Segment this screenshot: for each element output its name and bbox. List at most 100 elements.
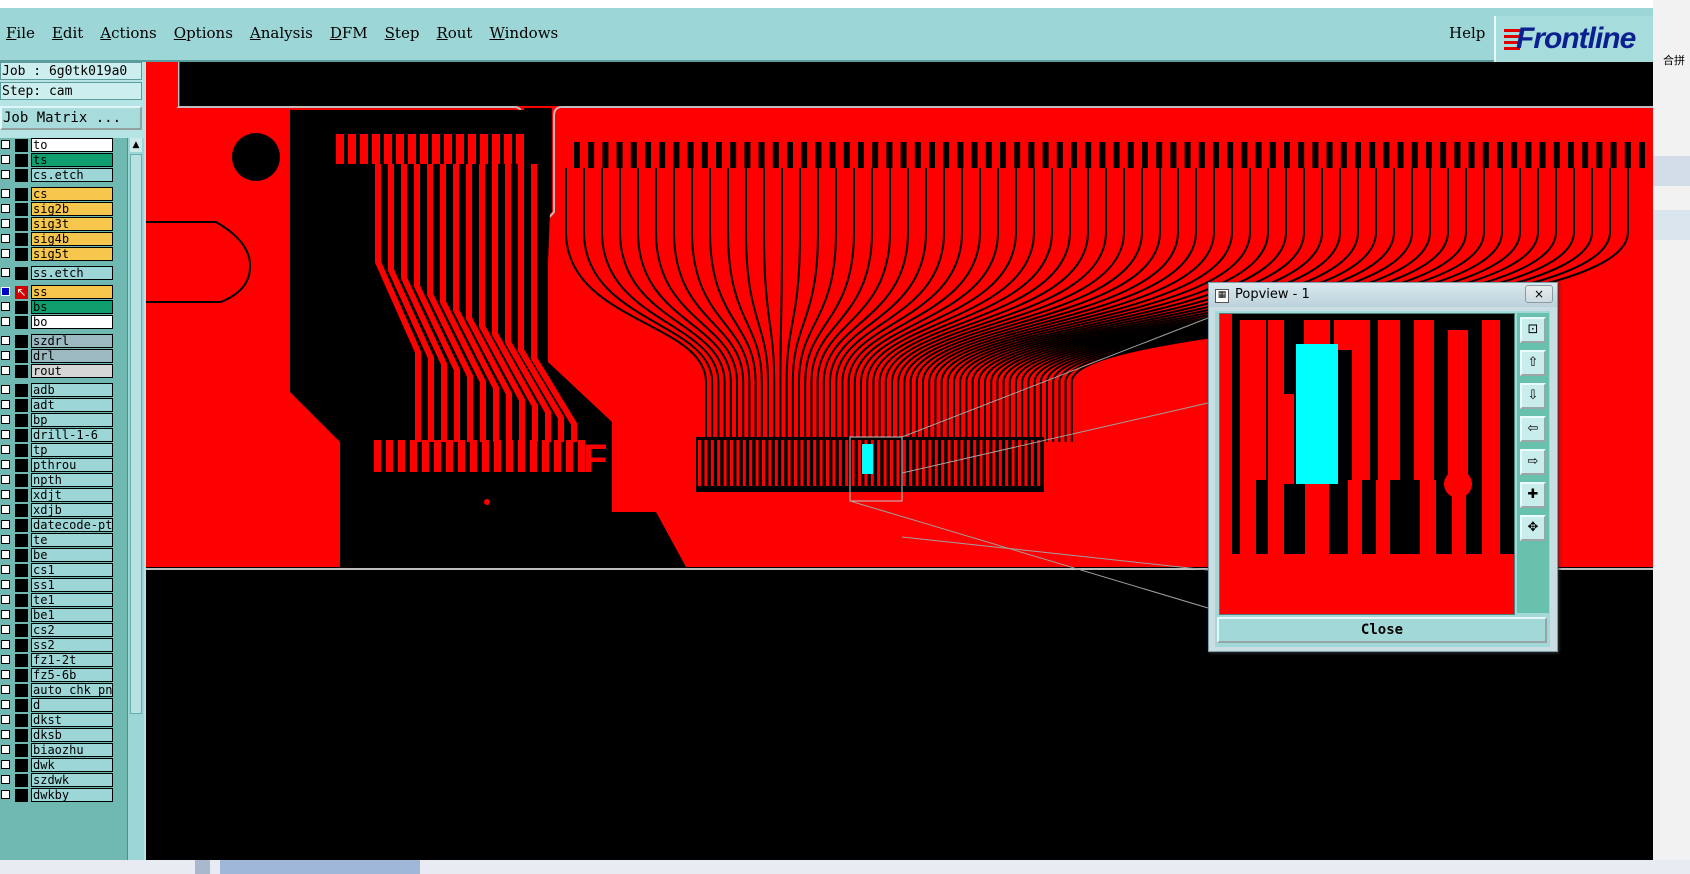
layer-row[interactable]: cs xyxy=(0,187,127,202)
scroll-up-icon[interactable]: ▲ xyxy=(130,138,142,152)
layer-name[interactable]: be xyxy=(31,548,113,562)
layer-row[interactable]: te1 xyxy=(0,593,127,608)
layer-name[interactable]: auto_chk_pnl xyxy=(31,683,113,697)
layer-checkbox[interactable] xyxy=(1,445,10,454)
layer-checkbox[interactable] xyxy=(1,268,10,277)
layer-name[interactable]: adb xyxy=(31,383,113,397)
layer-row[interactable]: npth xyxy=(0,473,127,488)
layer-marker[interactable] xyxy=(15,789,28,802)
layer-name[interactable]: rout xyxy=(31,364,113,378)
layer-name[interactable]: npth xyxy=(31,473,113,487)
layer-name[interactable]: xdjb xyxy=(31,503,113,517)
layer-checkbox[interactable] xyxy=(1,550,10,559)
layer-row[interactable]: bo xyxy=(0,315,127,330)
layer-marker[interactable] xyxy=(15,188,28,201)
zoom-out-icon[interactable]: ✥ xyxy=(1520,515,1546,541)
layer-name[interactable]: dwkby xyxy=(31,788,113,802)
layer-name[interactable]: sig3t xyxy=(31,217,113,231)
layer-checkbox[interactable] xyxy=(1,760,10,769)
layer-name[interactable]: fz5-6b xyxy=(31,668,113,682)
layer-row[interactable]: xdjb xyxy=(0,503,127,518)
layer-row[interactable]: biaozhu xyxy=(0,743,127,758)
layer-marker[interactable] xyxy=(15,399,28,412)
layer-marker[interactable] xyxy=(15,774,28,787)
layer-row[interactable]: ss2 xyxy=(0,638,127,653)
layer-marker[interactable] xyxy=(15,169,28,182)
layer-name[interactable]: ts xyxy=(31,153,113,167)
layer-row[interactable]: dksb xyxy=(0,728,127,743)
layer-checkbox[interactable] xyxy=(1,640,10,649)
layer-list-scrollbar[interactable]: ▲ xyxy=(127,138,144,862)
layer-row[interactable]: sig3t xyxy=(0,217,127,232)
layer-marker[interactable] xyxy=(15,474,28,487)
layer-checkbox[interactable] xyxy=(1,219,10,228)
layer-marker[interactable] xyxy=(15,759,28,772)
layer-marker[interactable] xyxy=(15,248,28,261)
layer-name[interactable]: bp xyxy=(31,413,113,427)
layer-name[interactable]: cs2 xyxy=(31,623,113,637)
layer-name[interactable]: ss2 xyxy=(31,638,113,652)
layer-name[interactable]: szdrl xyxy=(31,334,113,348)
layer-marker[interactable] xyxy=(15,744,28,757)
menu-actions[interactable]: Actions xyxy=(100,24,156,42)
layer-marker[interactable] xyxy=(15,350,28,363)
layer-row[interactable]: ↖ ss xyxy=(0,285,127,300)
layer-marker[interactable] xyxy=(15,504,28,517)
layer-checkbox[interactable] xyxy=(1,302,10,311)
layer-checkbox[interactable] xyxy=(1,505,10,514)
layer-row[interactable]: drl xyxy=(0,349,127,364)
layer-checkbox[interactable] xyxy=(1,400,10,409)
layer-marker[interactable] xyxy=(15,609,28,622)
menu-step[interactable]: Step xyxy=(385,24,420,42)
layer-checkbox[interactable] xyxy=(1,730,10,739)
layer-checkbox[interactable] xyxy=(1,565,10,574)
layer-name[interactable]: bo xyxy=(31,315,113,329)
layer-row[interactable]: dwkby xyxy=(0,788,127,803)
layer-marker[interactable] xyxy=(15,233,28,246)
move-right-icon[interactable]: ⇨ xyxy=(1520,449,1546,475)
layer-name[interactable]: to xyxy=(31,138,113,152)
move-down-icon[interactable]: ⇩ xyxy=(1520,383,1546,409)
layer-row[interactable]: ss.etch xyxy=(0,266,127,281)
layer-marker[interactable] xyxy=(15,489,28,502)
layer-checkbox[interactable] xyxy=(1,366,10,375)
layer-row[interactable]: tp xyxy=(0,443,127,458)
menu-analysis[interactable]: Analysis xyxy=(250,24,313,42)
scrollbar-thumb[interactable] xyxy=(130,154,142,714)
layer-name[interactable]: pthrou xyxy=(31,458,113,472)
layer-marker[interactable] xyxy=(15,384,28,397)
layer-name[interactable]: cs1 xyxy=(31,563,113,577)
layer-row[interactable]: xdjt xyxy=(0,488,127,503)
layer-name[interactable]: cs.etch xyxy=(31,168,113,182)
layer-marker[interactable] xyxy=(15,154,28,167)
layer-name[interactable]: szdwk xyxy=(31,773,113,787)
layer-marker[interactable] xyxy=(15,654,28,667)
layer-row[interactable]: te xyxy=(0,533,127,548)
layer-checkbox[interactable] xyxy=(1,490,10,499)
layer-checkbox[interactable] xyxy=(1,460,10,469)
layer-checkbox[interactable] xyxy=(1,317,10,326)
layer-checkbox[interactable] xyxy=(1,155,10,164)
layer-marker[interactable] xyxy=(15,534,28,547)
layer-row[interactable]: cs.etch xyxy=(0,168,127,183)
menu-dfm[interactable]: DFM xyxy=(330,24,368,42)
layer-row[interactable]: pthrou xyxy=(0,458,127,473)
layer-checkbox[interactable] xyxy=(1,700,10,709)
layer-name[interactable]: drl xyxy=(31,349,113,363)
layer-row[interactable]: d xyxy=(0,698,127,713)
layer-row[interactable]: szdwk xyxy=(0,773,127,788)
layer-checkbox[interactable] xyxy=(1,520,10,529)
layer-row[interactable]: fz5-6b xyxy=(0,668,127,683)
layer-checkbox[interactable] xyxy=(1,385,10,394)
layer-checkbox[interactable] xyxy=(1,189,10,198)
layer-name[interactable]: ss.etch xyxy=(31,266,113,280)
layer-marker[interactable] xyxy=(15,669,28,682)
layer-marker[interactable] xyxy=(15,684,28,697)
layer-name[interactable]: fz1-2t xyxy=(31,653,113,667)
layer-row[interactable]: drill-1-6 xyxy=(0,428,127,443)
layer-checkbox[interactable] xyxy=(1,580,10,589)
layer-name[interactable]: bs xyxy=(31,300,113,314)
menu-options[interactable]: Options xyxy=(174,24,233,42)
layer-name[interactable]: ss xyxy=(31,285,113,299)
menu-help[interactable]: Help xyxy=(1449,24,1485,42)
